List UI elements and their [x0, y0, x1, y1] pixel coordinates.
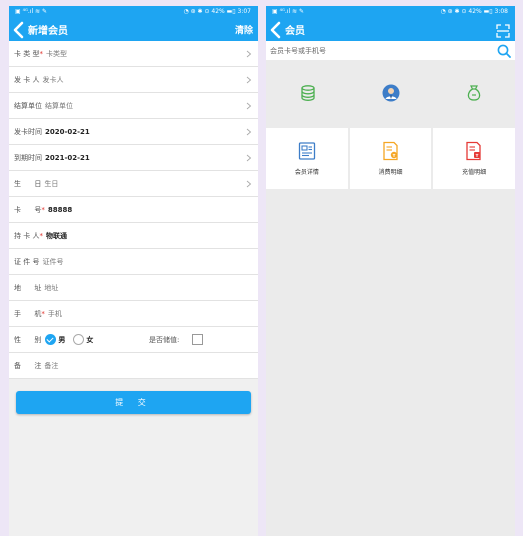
field-label: 发 卡 人 [14, 75, 40, 84]
stored-value-checkbox[interactable] [192, 334, 203, 345]
search-input[interactable]: 会员卡号或手机号 [270, 46, 326, 56]
birthday-value: 生日 [44, 179, 59, 188]
function-tiles: 会员详情 消费明细 充值明细 [266, 128, 515, 189]
required-mark: * [41, 309, 45, 318]
clear-button[interactable]: 清除 [235, 23, 253, 36]
chevron-right-icon [246, 180, 252, 188]
issue-date-value: 2020-02-21 [45, 127, 90, 136]
search-bar[interactable]: 会员卡号或手机号 [266, 41, 515, 60]
card-issuer-field[interactable]: 发 卡 人 发卡人 [9, 67, 258, 93]
id-number-value: 证件号 [42, 257, 64, 266]
status-bar: ▣ ⁴ᴳ.ıl ≋ ✎ ◔ ⊛ ✱ ⊙ 42% ▬▯ 3:07 [9, 6, 258, 18]
status-left: ▣ ⁴ᴳ.ıl ≋ ✎ [272, 8, 305, 15]
scan-icon[interactable] [496, 23, 510, 38]
female-label: 女 [86, 335, 94, 344]
address-value: 地址 [44, 283, 59, 292]
field-label: 卡 类 型 [14, 49, 40, 58]
field-label: 备 注 [14, 361, 42, 370]
field-label: 证 件 号 [14, 257, 40, 266]
tile-label: 会员详情 [294, 169, 319, 176]
chevron-right-icon [246, 76, 252, 84]
user-avatar-icon[interactable] [382, 84, 400, 102]
recharge-icon [466, 141, 481, 161]
required-mark: * [39, 49, 43, 58]
field-label: 手 机 [14, 309, 42, 318]
card-number-field[interactable]: 卡 号 * 88888 [9, 197, 258, 223]
male-label: 男 [58, 335, 66, 344]
cardholder-field[interactable]: 持 卡 人 * 物联通 [9, 223, 258, 249]
member-screen: ▣ ⁴ᴳ.ıl ≋ ✎ ◔ ⊛ ✱ ⊙ 42% ▬▯ 3:08 会员 会员卡号或… [266, 6, 515, 536]
card-number-value: 88888 [47, 205, 73, 214]
title-bar: 会员 [266, 18, 515, 41]
search-icon[interactable] [497, 44, 511, 58]
field-label: 地 址 [14, 283, 42, 292]
field-label: 生 日 [14, 179, 42, 188]
issue-date-field[interactable]: 发卡时间 2020-02-21 [9, 119, 258, 145]
birthday-field[interactable]: 生 日 生日 [9, 171, 258, 197]
status-left: ▣ ⁴ᴳ.ıl ≋ ✎ [15, 8, 48, 15]
chevron-right-icon [246, 154, 252, 162]
card-issuer-value: 发卡人 [42, 75, 64, 84]
remark-value: 备注 [44, 361, 59, 370]
expiry-date-value: 2021-02-21 [45, 153, 90, 162]
tile-member-details[interactable]: 会员详情 [266, 128, 348, 189]
chevron-right-icon [246, 50, 252, 58]
required-mark: * [39, 231, 43, 240]
consumption-icon [382, 141, 398, 161]
female-radio[interactable] [73, 334, 85, 345]
status-bar: ▣ ⁴ᴳ.ıl ≋ ✎ ◔ ⊛ ✱ ⊙ 42% ▬▯ 3:08 [266, 6, 515, 18]
status-right: ◔ ⊛ ✱ ⊙ 42% ▬▯ 3:07 [183, 8, 251, 15]
card-type-value: 卡类型 [45, 49, 67, 58]
address-field[interactable]: 地 址 地址 [9, 275, 258, 301]
quick-icons [266, 63, 515, 122]
page-title: 新增会员 [28, 26, 68, 37]
field-label: 结算单位 [14, 101, 42, 110]
male-radio[interactable] [45, 334, 57, 345]
expiry-date-field[interactable]: 到期时间 2021-02-21 [9, 145, 258, 171]
settlement-unit-value: 结算单位 [45, 101, 73, 110]
mobile-value: 手机 [47, 309, 62, 318]
back-arrow-icon[interactable] [269, 21, 283, 39]
card-type-field[interactable]: 卡 类 型 * 卡类型 [9, 41, 258, 67]
chevron-right-icon [246, 102, 252, 110]
field-label: 到期时间 [14, 153, 42, 162]
gender-field: 性 别 男 女 是否储值: [9, 327, 258, 353]
submit-button[interactable]: 提 交 [16, 391, 251, 414]
required-mark: * [41, 205, 45, 214]
id-number-field[interactable]: 证 件 号 证件号 [9, 249, 258, 275]
mobile-field[interactable]: 手 机 * 手机 [9, 301, 258, 327]
page-title: 会员 [285, 26, 305, 37]
money-bag-icon[interactable] [465, 84, 483, 102]
cardholder-value: 物联通 [45, 231, 67, 240]
field-label: 发卡时间 [14, 127, 42, 136]
submit-area: 提 交 [9, 379, 258, 426]
tile-label: 消费明细 [378, 169, 403, 176]
tile-label: 充值明细 [462, 169, 487, 176]
chevron-right-icon [246, 128, 252, 136]
member-form: 卡 类 型 * 卡类型 发 卡 人 发卡人 结算单位 结算单位 发卡时间 2020… [9, 41, 258, 379]
field-label: 持 卡 人 [14, 231, 40, 240]
field-label: 卡 号 [14, 205, 42, 214]
field-label: 性 别 [14, 335, 42, 344]
remark-field[interactable]: 备 注 备注 [9, 353, 258, 379]
settlement-unit-field[interactable]: 结算单位 结算单位 [9, 93, 258, 119]
tile-consumption-details[interactable]: 消费明细 [349, 128, 432, 189]
back-arrow-icon[interactable] [12, 21, 26, 39]
stored-value-label: 是否储值: [149, 335, 180, 344]
tile-recharge-details[interactable]: 充值明细 [433, 128, 515, 189]
member-card-icon [298, 142, 315, 160]
add-member-screen: ▣ ⁴ᴳ.ıl ≋ ✎ ◔ ⊛ ✱ ⊙ 42% ▬▯ 3:07 新增会员 清除 … [9, 6, 258, 536]
status-right: ◔ ⊛ ✱ ⊙ 42% ▬▯ 3:08 [440, 8, 508, 15]
title-bar: 新增会员 清除 [9, 18, 258, 41]
coins-icon[interactable] [299, 84, 317, 102]
